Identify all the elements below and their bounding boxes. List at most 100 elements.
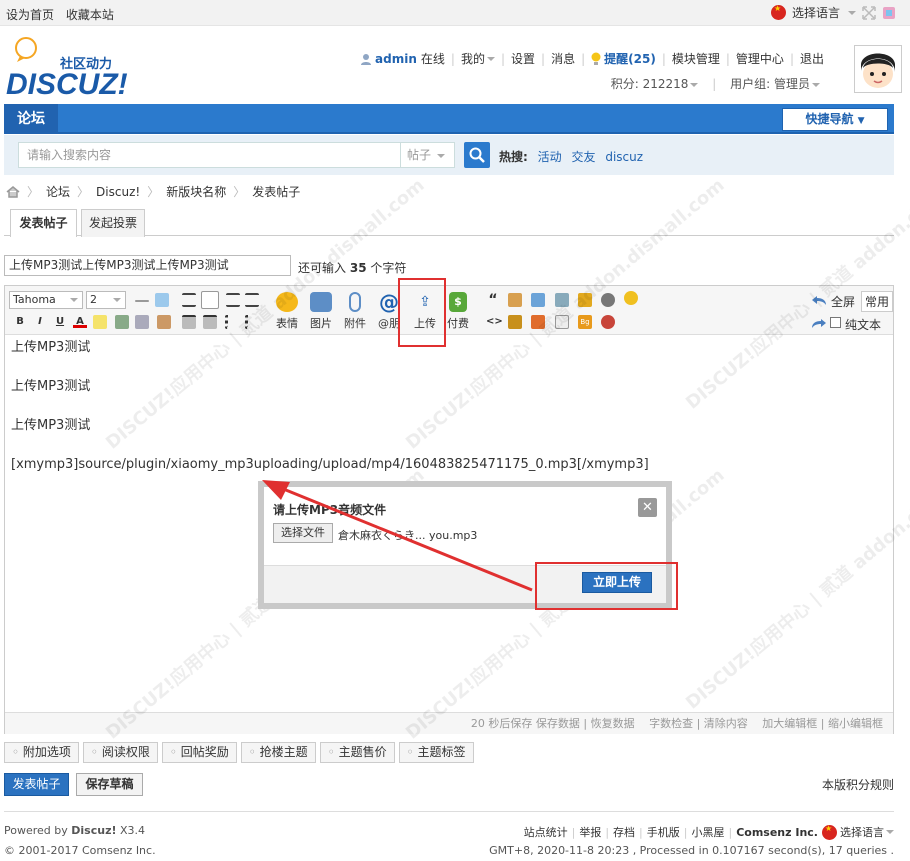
bookmark-link[interactable]: 收藏本站 xyxy=(66,8,114,22)
powered-by: Powered by Discuz! X3.4 xyxy=(4,824,145,837)
search-type-select[interactable]: 帖子 xyxy=(401,142,455,168)
table-insert-icon[interactable] xyxy=(555,315,569,329)
footer-company[interactable]: Comsenz Inc. xyxy=(736,826,818,839)
quote-icon[interactable]: “ xyxy=(486,293,500,307)
font-select[interactable]: Tahoma xyxy=(9,291,83,309)
chevron-down-icon xyxy=(113,298,121,302)
hot-term[interactable]: discuz xyxy=(605,150,643,164)
save-draft-button[interactable]: 保存草稿 xyxy=(76,773,143,796)
attachment-button[interactable]: 附件 xyxy=(336,292,374,331)
settings-link[interactable]: 设置 xyxy=(511,50,535,67)
submit-post-button[interactable]: 发表帖子 xyxy=(4,773,69,796)
undo-icon[interactable] xyxy=(811,294,827,306)
option-price[interactable]: 主题售价 xyxy=(319,742,395,763)
powered-brand[interactable]: Discuz! xyxy=(71,824,116,837)
face-icon[interactable] xyxy=(624,291,638,305)
bg-icon[interactable]: Bg xyxy=(578,315,592,329)
user-group-menu[interactable]: 用户组: 管理员 xyxy=(730,77,810,91)
hot-term[interactable]: 交友 xyxy=(571,150,595,164)
site-logo[interactable]: DISCUZ! 社区动力 xyxy=(6,34,136,101)
points-rules-link[interactable]: 本版积分规则 xyxy=(822,776,894,793)
tab-post[interactable]: 发表帖子 xyxy=(10,209,77,237)
underline-icon[interactable]: U xyxy=(53,316,67,328)
hot-term[interactable]: 活动 xyxy=(538,150,562,164)
theme-icon[interactable] xyxy=(882,6,896,20)
footer-link[interactable]: 存档 xyxy=(613,824,635,840)
breadcrumb-item[interactable]: 新版块名称 xyxy=(166,183,226,200)
username[interactable]: admin xyxy=(375,52,417,66)
ordered-list-icon[interactable] xyxy=(225,315,239,329)
home-icon[interactable] xyxy=(6,185,20,198)
user-icon xyxy=(361,53,372,65)
nav-forum-tab[interactable]: 论坛 xyxy=(4,104,58,134)
admin-center-link[interactable]: 管理中心 xyxy=(736,50,784,67)
choose-file-button[interactable]: 选择文件 xyxy=(273,523,333,543)
fullscreen-button[interactable]: 全屏 xyxy=(831,293,855,310)
font-color-icon[interactable]: A xyxy=(73,316,87,328)
float-left-icon[interactable] xyxy=(182,315,196,329)
music-icon[interactable] xyxy=(601,293,615,307)
option-read-perm[interactable]: 阅读权限 xyxy=(82,742,158,763)
paid-label: 付费 xyxy=(447,317,469,330)
align-right-icon[interactable] xyxy=(226,293,240,307)
italic-icon[interactable]: I xyxy=(33,316,47,328)
breadcrumb-item[interactable]: Discuz! xyxy=(96,185,140,199)
link-icon[interactable] xyxy=(115,315,129,329)
footer-link[interactable]: 站点统计 xyxy=(524,824,568,840)
subject-input[interactable]: 上传MP3测试上传MP3测试上传MP3测试 xyxy=(4,255,291,276)
unlink-icon[interactable] xyxy=(135,315,149,329)
bold-icon[interactable]: B xyxy=(13,316,27,328)
logout-link[interactable]: 退出 xyxy=(800,50,824,67)
index-icon[interactable] xyxy=(555,293,569,307)
option-tags[interactable]: 主题标签 xyxy=(398,742,474,763)
unordered-list-icon[interactable] xyxy=(245,315,259,329)
user-red-icon[interactable] xyxy=(601,315,615,329)
avatar[interactable] xyxy=(854,45,902,93)
flash-icon[interactable] xyxy=(578,293,592,307)
search-input[interactable]: 请输入搜索内容 xyxy=(18,142,401,168)
footer-link[interactable]: 小黑屋 xyxy=(691,824,724,840)
hide-icon[interactable] xyxy=(531,293,545,307)
clear-format-icon[interactable] xyxy=(157,315,171,329)
highlight-icon[interactable] xyxy=(93,315,107,329)
size-select[interactable]: 2 xyxy=(86,291,126,309)
align-justify-icon[interactable] xyxy=(245,293,259,307)
redo-icon[interactable] xyxy=(811,317,827,329)
close-icon[interactable]: ✕ xyxy=(638,498,657,517)
align-center-icon[interactable] xyxy=(201,291,219,309)
emoji-button[interactable]: 表情 xyxy=(268,292,306,331)
float-right-icon[interactable] xyxy=(203,315,217,329)
option-reply-reward[interactable]: 回帖奖励 xyxy=(161,742,237,763)
footer-language[interactable]: 选择语言 xyxy=(840,824,884,840)
search-button[interactable] xyxy=(464,142,490,168)
highlight-box-confirm xyxy=(535,562,678,610)
image-button[interactable]: 图片 xyxy=(302,292,340,331)
align-left-icon[interactable] xyxy=(182,293,196,307)
language-select[interactable]: 选择语言 xyxy=(792,4,840,21)
editor-status-bar[interactable]: 20 秒后保存 保存数据 | 恢复数据 字数检查 | 清除内容 加大编辑框 | … xyxy=(5,712,893,734)
plain-text-checkbox[interactable] xyxy=(830,317,841,328)
fullscreen-icon[interactable] xyxy=(862,5,876,20)
reminders-link[interactable]: 提醒(25) xyxy=(604,50,656,67)
common-button[interactable]: 常用 xyxy=(861,291,893,312)
code-icon[interactable]: <> xyxy=(486,316,503,328)
editor-content[interactable]: 上传MP3测试 上传MP3测试 上传MP3测试 [xmymp3]source/p… xyxy=(11,338,887,494)
my-menu[interactable]: 我的 xyxy=(461,50,485,67)
free-icon[interactable] xyxy=(508,293,522,307)
tab-poll[interactable]: 发起投票 xyxy=(81,209,145,237)
module-mgmt-link[interactable]: 模块管理 xyxy=(672,50,720,67)
messages-link[interactable]: 消息 xyxy=(551,50,575,67)
quick-nav-button[interactable]: 快捷导航 ▼ xyxy=(782,108,888,131)
breadcrumb-item[interactable]: 论坛 xyxy=(46,183,70,200)
chevron-down-icon xyxy=(886,830,894,834)
footer-link[interactable]: 举报 xyxy=(579,824,601,840)
option-floor[interactable]: 抢楼主题 xyxy=(240,742,316,763)
lock-icon[interactable] xyxy=(508,315,522,329)
table-icon[interactable] xyxy=(155,293,169,307)
hr-icon[interactable] xyxy=(135,300,149,302)
page-icon[interactable] xyxy=(531,315,545,329)
footer-link[interactable]: 手机版 xyxy=(647,824,680,840)
set-home-link[interactable]: 设为首页 xyxy=(6,8,54,22)
option-extra[interactable]: 附加选项 xyxy=(4,742,79,763)
points-menu[interactable]: 积分: 212218 xyxy=(611,77,689,91)
